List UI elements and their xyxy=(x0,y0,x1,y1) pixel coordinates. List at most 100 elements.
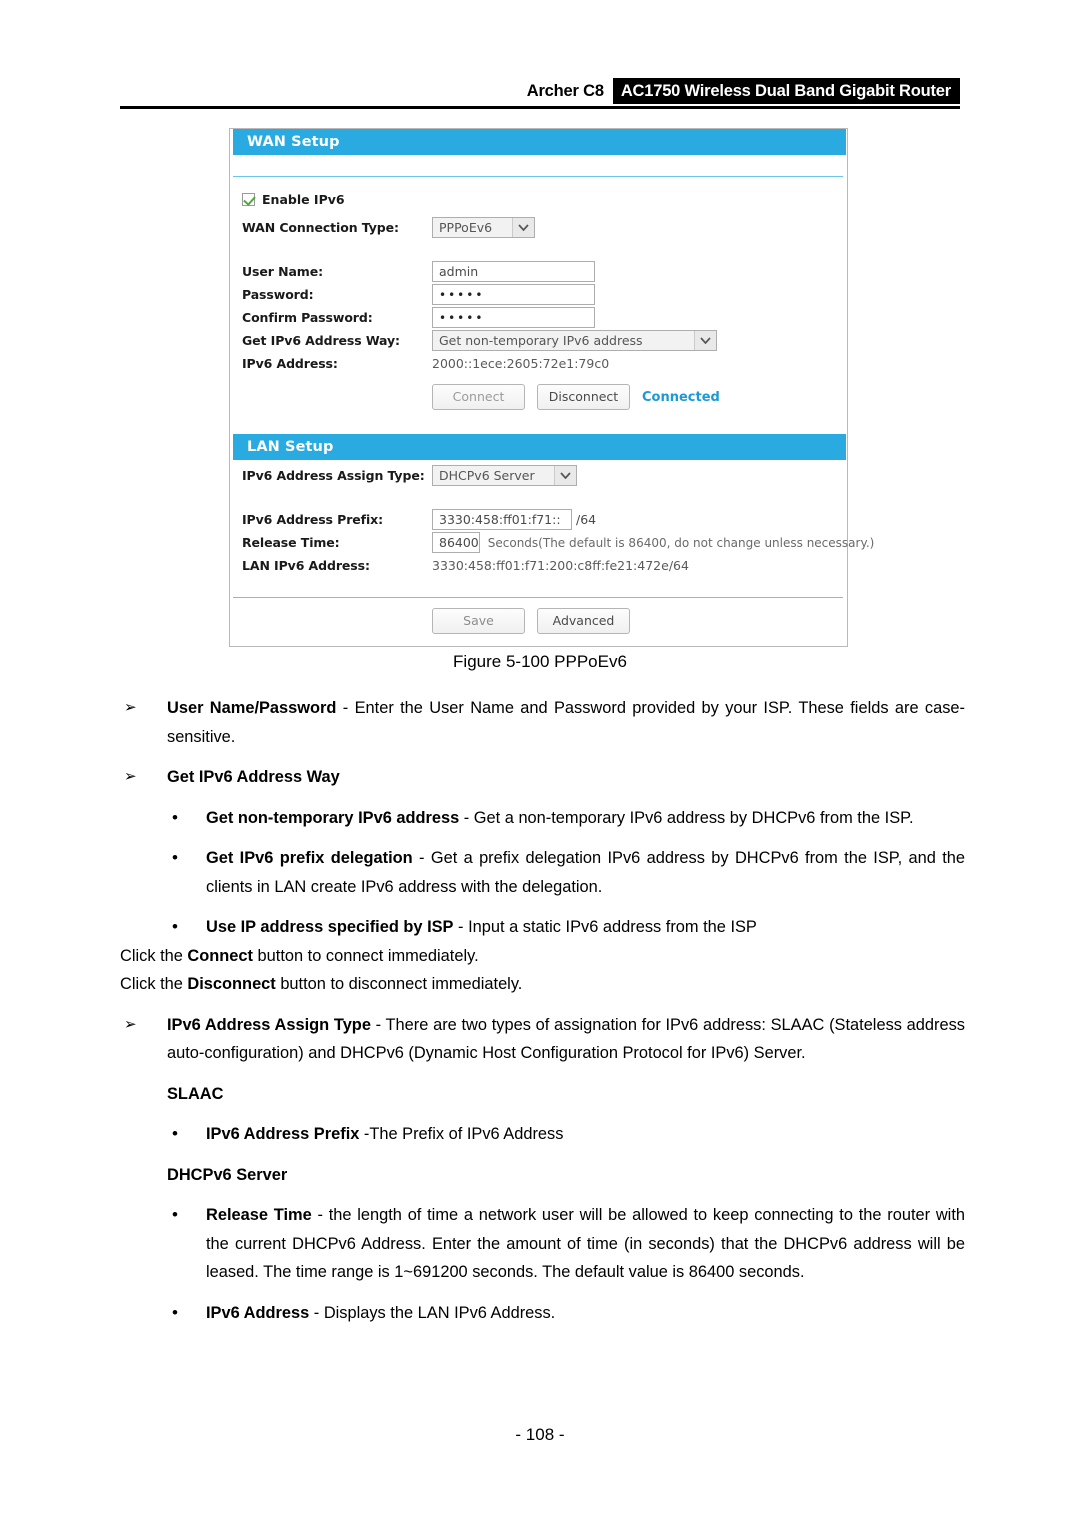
click-connect-post: button to connect immediately. xyxy=(252,946,479,965)
header-title-row: Archer C8 AC1750 Wireless Dual Band Giga… xyxy=(120,78,960,104)
ipv6-assign-type-label: IPv6 Address Assign Type: xyxy=(242,467,425,483)
save-button[interactable]: Save xyxy=(432,608,525,634)
advanced-button[interactable]: Advanced xyxy=(537,608,630,634)
bullet-use-ip-specified-term: Use IP address specified by ISP xyxy=(206,918,454,936)
bullet-slaac-ipv6-prefix-text: -The Prefix of IPv6 Address xyxy=(359,1125,564,1143)
lan-setup-section: LAN Setup IPv6 Address Assign Type: DHCP… xyxy=(230,434,874,589)
bullet-ipv6-assign-type-term: IPv6 Address Assign Type xyxy=(167,1015,371,1034)
wan-ipv6-address-value: 2000::1ece:2605:72e1:79c0 xyxy=(432,356,610,371)
confirm-password-row: Confirm Password: ••••• xyxy=(230,306,847,329)
page-running-header: Archer C8 AC1750 Wireless Dual Band Giga… xyxy=(120,78,960,112)
password-value: ••••• xyxy=(439,287,485,302)
header-model-name: Archer C8 xyxy=(526,82,604,100)
click-disconnect-post: button to disconnect immediately. xyxy=(275,975,523,993)
password-row: Password: ••••• xyxy=(230,283,847,306)
user-name-value: admin xyxy=(439,264,479,279)
confirm-password-input[interactable]: ••••• xyxy=(432,307,595,328)
enable-ipv6-row[interactable]: Enable IPv6 xyxy=(230,187,847,211)
ipv6-assign-type-select[interactable]: DHCPv6 Server xyxy=(432,464,577,486)
connect-button[interactable]: Connect xyxy=(432,384,525,410)
chevron-down-icon xyxy=(554,465,576,485)
click-disconnect-pre: Click the xyxy=(120,975,188,993)
release-time-hint: Seconds(The default is 86400, do not cha… xyxy=(487,535,875,550)
password-label: Password: xyxy=(242,287,314,302)
chevron-down-icon xyxy=(694,331,716,350)
bullet-prefix-delegation-term: Get IPv6 prefix delegation xyxy=(206,849,413,867)
ipv6-prefix-value: 3330:458:ff01:f71:: xyxy=(439,512,561,527)
get-ipv6-way-value: Get non-temporary IPv6 address xyxy=(439,333,643,348)
figure-caption: Figure 5-100 PPPoEv6 xyxy=(453,652,627,671)
wan-connection-type-row: WAN Connection Type: PPPoEv6 xyxy=(230,214,847,240)
page-number: - 108 - xyxy=(515,1425,565,1444)
bullet-user-name-password-term: User Name/Password xyxy=(167,699,337,717)
ipv6-prefix-suffix: /64 xyxy=(576,512,597,527)
disconnect-button[interactable]: Disconnect xyxy=(537,384,630,410)
release-time-value: 86400 xyxy=(439,535,479,550)
lan-setup-body: IPv6 Address Assign Type: DHCPv6 Server … xyxy=(230,460,874,589)
wan-connection-type-select[interactable]: PPPoEv6 xyxy=(432,216,535,238)
release-time-label: Release Time: xyxy=(242,535,340,550)
click-disconnect-term: Disconnect xyxy=(187,975,276,993)
get-ipv6-way-label: Get IPv6 Address Way: xyxy=(242,333,400,348)
bullet-use-ip-specified-text: - Input a static IPv6 address from the I… xyxy=(453,918,757,936)
bullet-user-name-password: ➢ User Name/Password - Enter the User Na… xyxy=(120,694,965,751)
user-name-input[interactable]: admin xyxy=(432,261,595,282)
dot-bullet-icon: • xyxy=(172,917,178,936)
bullet-use-ip-specified: • Use IP address specified by ISP - Inpu… xyxy=(120,913,965,942)
bullet-ipv6-address-term: IPv6 Address xyxy=(206,1303,310,1322)
form-action-buttons-row: Save Advanced xyxy=(230,598,847,646)
arrow-bullet-icon: ➢ xyxy=(124,768,137,785)
get-ipv6-way-select[interactable]: Get non-temporary IPv6 address xyxy=(432,330,717,351)
bullet-prefix-delegation: • Get IPv6 prefix delegation - Get a pre… xyxy=(120,844,965,901)
bullet-slaac-ipv6-prefix-term: IPv6 Address Prefix xyxy=(206,1125,360,1143)
dot-bullet-icon: • xyxy=(172,1205,178,1224)
dot-bullet-icon: • xyxy=(172,848,178,867)
bullet-get-ipv6-address-way: ➢ Get IPv6 Address Way xyxy=(120,763,965,792)
user-name-row: User Name: admin xyxy=(230,260,847,283)
dot-bullet-icon: • xyxy=(172,807,178,827)
lan-ipv6-address-value: 3330:458:ff01:f71:200:c8ff:fe21:472e/64 xyxy=(432,558,689,573)
click-connect-pre: Click the xyxy=(120,946,188,965)
connection-status-badge: Connected xyxy=(642,389,720,405)
dot-bullet-icon: • xyxy=(172,1124,178,1143)
user-name-label: User Name: xyxy=(242,264,323,279)
enable-ipv6-label: Enable IPv6 xyxy=(262,191,345,207)
enable-ipv6-checkbox[interactable] xyxy=(242,192,255,206)
dot-bullet-icon: • xyxy=(172,1302,178,1322)
dhcpv6-server-heading: DHCPv6 Server xyxy=(120,1161,965,1190)
wan-ipv6-address-row: IPv6 Address: 2000::1ece:2605:72e1:79c0 xyxy=(230,352,847,375)
ipv6-assign-type-value: DHCPv6 Server xyxy=(439,467,535,483)
connection-buttons-row: Connect Disconnect Connected xyxy=(230,384,847,410)
lan-ipv6-address-row: LAN IPv6 Address: 3330:458:ff01:f71:200:… xyxy=(230,554,847,577)
click-connect-term: Connect xyxy=(187,946,253,965)
arrow-bullet-icon: ➢ xyxy=(124,1015,137,1033)
release-time-input[interactable]: 86400 xyxy=(432,532,480,553)
lan-ipv6-address-label: LAN IPv6 Address: xyxy=(242,558,370,573)
bullet-get-ipv6-address-way-term: Get IPv6 Address Way xyxy=(167,768,340,786)
bullet-slaac-ipv6-prefix: • IPv6 Address Prefix -The Prefix of IPv… xyxy=(120,1120,965,1149)
slaac-heading: SLAAC xyxy=(120,1080,965,1109)
wan-setup-section-header: WAN Setup xyxy=(233,129,846,155)
bullet-ipv6-assign-type: ➢ IPv6 Address Assign Type - There are t… xyxy=(120,1011,965,1068)
bullet-get-non-temporary-term: Get non-temporary IPv6 address xyxy=(206,808,460,827)
wan-connection-type-label: WAN Connection Type: xyxy=(242,219,399,235)
ipv6-prefix-input[interactable]: 3330:458:ff01:f71:: xyxy=(432,509,572,530)
click-disconnect-line: Click the Disconnect button to disconnec… xyxy=(120,970,965,999)
document-body: ➢ User Name/Password - Enter the User Na… xyxy=(120,694,965,1327)
wan-gap xyxy=(230,240,847,260)
password-input[interactable]: ••••• xyxy=(432,284,595,305)
confirm-password-value: ••••• xyxy=(439,310,485,325)
bullet-release-time-term: Release Time xyxy=(206,1206,312,1224)
wan-ipv6-address-label: IPv6 Address: xyxy=(242,356,338,371)
lan-bottom-gap xyxy=(230,577,847,589)
slaac-heading-text: SLAAC xyxy=(167,1084,224,1103)
bullet-ipv6-address: • IPv6 Address - Displays the LAN IPv6 A… xyxy=(120,1299,965,1328)
bullet-get-non-temporary: • Get non-temporary IPv6 address - Get a… xyxy=(120,804,965,833)
bullet-ipv6-address-text: - Displays the LAN IPv6 Address. xyxy=(309,1303,556,1322)
bullet-release-time-text: - the length of time a network user will… xyxy=(206,1206,965,1281)
header-product-name: AC1750 Wireless Dual Band Gigabit Router xyxy=(612,78,960,104)
ipv6-prefix-label: IPv6 Address Prefix: xyxy=(242,512,384,527)
ipv6-prefix-row: IPv6 Address Prefix: 3330:458:ff01:f71::… xyxy=(230,508,847,531)
release-time-row: Release Time: 86400 Seconds(The default … xyxy=(230,531,874,554)
chevron-down-icon xyxy=(512,217,534,237)
